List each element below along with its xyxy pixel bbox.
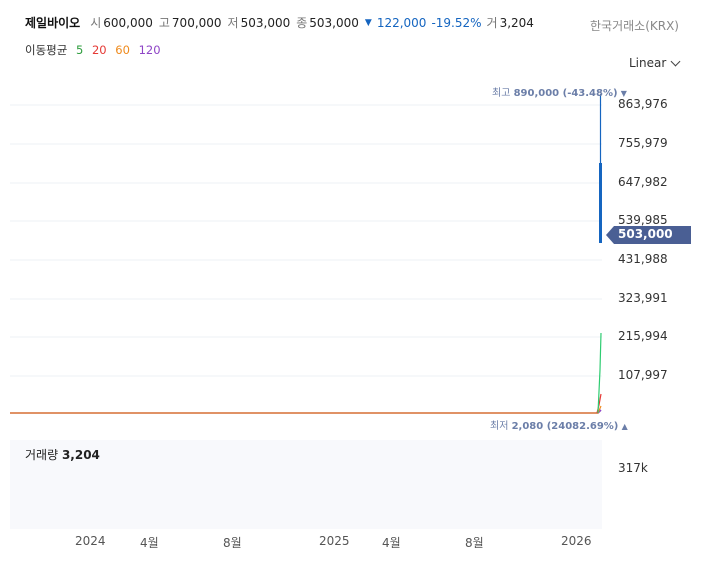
high-marker-label: 최고 [492,88,511,99]
time-tick: 8월 [465,536,484,550]
time-tick: 8월 [223,536,242,550]
low-marker: 최저 2,080 (24082.69%) ▲ [490,417,628,432]
current-price-value: 503,000 [618,227,673,241]
price-tick: 323,991 [618,291,668,305]
latest-candle-body [599,163,602,243]
volume-title-label: 거래량 [25,448,59,462]
price-tick: 215,994 [618,329,668,343]
volume-axis-tick: 317k [618,461,648,475]
volume-title: 거래량 3,204 [25,446,100,463]
volume-title-value: 3,204 [61,448,100,462]
time-tick: 4월 [382,536,401,550]
low-marker-label: 최저 [490,421,509,432]
grid-lines [10,104,602,377]
price-tick: 431,988 [618,252,668,266]
price-tick: 647,982 [618,175,668,189]
time-tick: 4월 [140,536,159,550]
low-marker-arrow-icon: ▲ [621,422,628,431]
high-marker: 최고 890,000 (-43.48%) ▼ [492,84,627,99]
price-tick: 107,997 [618,368,668,382]
high-marker-value: 890,000 (-43.48%) [513,88,618,99]
time-tick: 2024 [75,534,106,548]
price-tick: 539,985 [618,213,668,227]
time-tick: 2026 [561,534,592,548]
low-marker-value: 2,080 (24082.69%) [511,421,619,432]
price-tick: 863,976 [618,97,668,111]
time-tick: 2025 [319,534,350,548]
price-tick: 755,979 [618,136,668,150]
ma-60-line [10,405,602,414]
